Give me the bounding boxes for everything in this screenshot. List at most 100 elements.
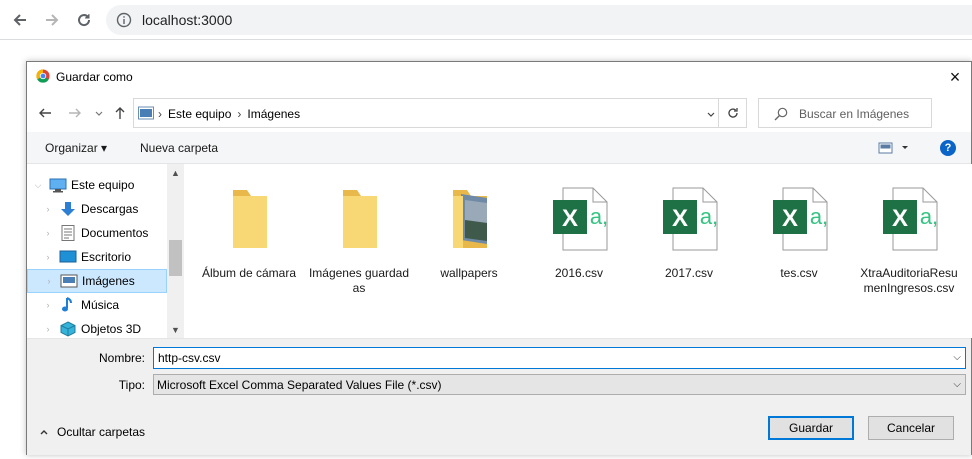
svg-text:a,: a, <box>920 204 938 229</box>
back-arrow-icon <box>13 14 26 26</box>
breadcrumb: › Este equipo › Imágenes <box>158 107 300 121</box>
sidebar-scrollbar[interactable]: ▲ ▼ <box>167 164 184 338</box>
forward-arrow-icon <box>69 108 81 118</box>
chevron-right-icon: › <box>46 252 50 262</box>
save-as-dialog: Guardar como × › Este equipo › Imágenes <box>26 61 972 455</box>
file-list: Álbum de cámara Imágenes guardadas wallp… <box>187 164 972 338</box>
cancel-button[interactable]: Cancelar <box>868 416 954 440</box>
address-dropdown-button[interactable] <box>704 107 718 121</box>
file-name: Imágenes guardadas <box>308 266 410 295</box>
pictures-folder-icon <box>138 106 154 120</box>
scroll-down-icon[interactable]: ▼ <box>167 321 184 338</box>
search-placeholder: Buscar en Imágenes <box>799 107 910 121</box>
folder-icon <box>209 174 289 264</box>
sidebar-item-documentos[interactable]: › Documentos <box>27 221 167 245</box>
new-folder-button[interactable]: Nueva carpeta <box>140 141 218 155</box>
recent-locations-button[interactable] <box>90 104 108 122</box>
file-item[interactable]: Imágenes guardadas <box>307 174 411 296</box>
pictures-icon <box>60 274 78 288</box>
refresh-button[interactable] <box>718 99 746 127</box>
file-name-field[interactable]: ⌵ <box>153 347 966 369</box>
computer-icon <box>49 178 67 193</box>
file-item[interactable]: wallpapers <box>417 174 521 281</box>
file-type-select[interactable]: Microsoft Excel Comma Separated Values F… <box>153 374 966 395</box>
breadcrumb-imagenes[interactable]: Imágenes <box>247 107 300 121</box>
omnibox[interactable]: localhost:3000 <box>106 5 972 35</box>
file-type-value: Microsoft Excel Comma Separated Values F… <box>157 378 442 392</box>
chrome-logo-icon <box>36 69 50 83</box>
excel-csv-icon: X a, <box>539 174 619 264</box>
chevron-up-icon <box>40 430 48 435</box>
file-item[interactable]: X a, tes.csv <box>747 174 851 281</box>
breadcrumb-separator: › <box>158 107 162 121</box>
svg-text:a,: a, <box>810 204 828 229</box>
search-box[interactable]: Buscar en Imágenes <box>758 98 932 128</box>
up-folder-button[interactable] <box>111 104 129 122</box>
dialog-forward-button[interactable] <box>66 104 84 122</box>
reload-icon <box>78 14 91 27</box>
breadcrumb-este-equipo[interactable]: Este equipo <box>168 107 231 121</box>
breadcrumb-separator: › <box>237 107 242 121</box>
hide-folders-button[interactable]: Ocultar carpetas <box>39 425 145 439</box>
file-item[interactable]: X a, 2017.csv <box>637 174 741 281</box>
sidebar-item-label: Escritorio <box>81 250 132 264</box>
help-icon: ? <box>944 142 952 154</box>
reload-button[interactable] <box>72 8 96 32</box>
cube-icon <box>60 321 76 337</box>
file-item[interactable]: X a, 2016.csv <box>527 174 631 281</box>
scrollbar-thumb[interactable] <box>169 240 182 276</box>
sidebar-item-label: Música <box>81 298 120 312</box>
back-arrow-icon <box>39 108 51 118</box>
command-toolbar: Organizar ▾ Nueva carpeta ? <box>27 132 971 164</box>
file-name-input[interactable] <box>154 348 944 368</box>
excel-csv-icon: X a, <box>649 174 729 264</box>
close-icon: × <box>949 66 961 87</box>
back-button[interactable] <box>8 8 32 32</box>
up-arrow-icon <box>115 107 125 119</box>
chevron-down-icon <box>707 112 715 117</box>
scroll-up-icon[interactable]: ▲ <box>167 164 184 181</box>
dialog-back-button[interactable] <box>36 104 54 122</box>
chevron-down-icon: ⌵ <box>34 179 42 190</box>
sidebar-item-label: Documentos <box>81 226 149 240</box>
sidebar-item-este-equipo[interactable]: ⌵ Este equipo <box>27 173 167 197</box>
organize-button[interactable]: Organizar ▾ <box>45 141 107 155</box>
download-arrow-icon <box>61 202 75 216</box>
chevron-right-icon: › <box>46 324 50 334</box>
hide-folders-label: Ocultar carpetas <box>57 425 146 439</box>
photo-folder-icon <box>429 174 509 264</box>
refresh-icon <box>727 108 738 118</box>
sidebar-item-escritorio[interactable]: › Escritorio <box>27 245 167 269</box>
sidebar-item-label: Descargas <box>81 202 139 216</box>
address-row: › Este equipo › Imágenes Buscar en Imáge… <box>27 97 971 129</box>
file-name: XtraAuditoriaResumenIngresos.csv <box>860 266 958 295</box>
desktop-icon <box>59 250 77 263</box>
svg-text:X: X <box>782 205 798 232</box>
view-options-icon[interactable] <box>878 141 912 155</box>
excel-csv-icon: X a, <box>759 174 839 264</box>
sidebar-item-label: Este equipo <box>71 178 135 192</box>
address-bar[interactable]: › Este equipo › Imágenes <box>133 98 747 128</box>
browser-toolbar: localhost:3000 <box>0 0 972 40</box>
help-button[interactable]: ? <box>940 140 956 156</box>
file-name: wallpapers <box>440 266 498 280</box>
forward-button[interactable] <box>40 8 64 32</box>
sidebar-item-musica[interactable]: › Música <box>27 293 167 317</box>
sidebar-item-imagenes[interactable]: › Imágenes <box>27 269 167 293</box>
chevron-down-icon[interactable]: ⌵ <box>953 352 961 363</box>
chevron-right-icon: › <box>46 300 50 310</box>
url-text: localhost:3000 <box>142 12 233 28</box>
svg-text:X: X <box>672 205 688 232</box>
sidebar-item-descargas[interactable]: › Descargas <box>27 197 167 221</box>
chevron-right-icon: › <box>47 276 51 286</box>
chevron-right-icon: › <box>46 204 50 214</box>
file-item[interactable]: X a, XtraAuditoriaResumenIngresos.csv <box>857 174 961 296</box>
file-item[interactable]: Álbum de cámara <box>197 174 301 281</box>
svg-text:a,: a, <box>590 204 608 229</box>
file-name: 2016.csv <box>554 266 604 280</box>
close-button[interactable]: × <box>943 65 967 89</box>
file-name: Álbum de cámara <box>201 266 297 280</box>
file-name: 2017.csv <box>664 266 714 280</box>
save-button[interactable]: Guardar <box>768 416 854 440</box>
sidebar-item-label: Imágenes <box>82 274 135 288</box>
